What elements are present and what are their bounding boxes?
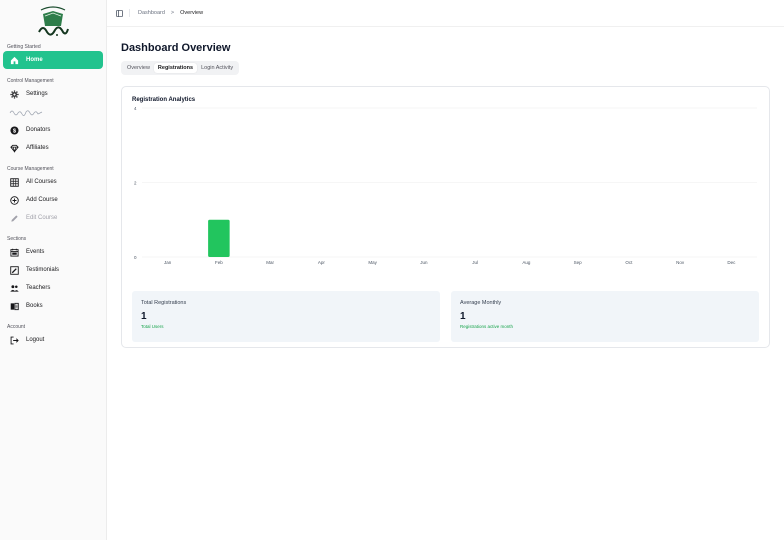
sidebar-item-label: Home: [26, 57, 43, 63]
sidebar-item-label: Affiliates: [26, 145, 49, 151]
sidebar-item-all-courses[interactable]: All Courses: [3, 173, 103, 191]
x-tick-label: Feb: [215, 260, 223, 265]
breadcrumb-separator: >: [170, 10, 175, 16]
logout-icon: [9, 335, 19, 345]
sidebar-item-edit-course: Edit Course: [3, 209, 103, 227]
sidebar-item-label: Donators: [26, 127, 51, 133]
tab-registrations[interactable]: Registrations: [153, 63, 198, 73]
sidebar-item-label: Edit Course: [26, 215, 58, 221]
stat-label: Average Monthly: [460, 300, 502, 306]
sidebar-nav: Getting Started Home Control Management Set…: [3, 43, 103, 349]
x-tick-label: Aug: [522, 260, 531, 265]
y-tick-label: 0: [134, 255, 137, 260]
scribble-icon: [9, 110, 43, 116]
x-tick-label: Jun: [420, 260, 428, 265]
page-title: Dashboard Overview: [121, 42, 231, 54]
app-shell: Getting Started Home Control Management Set…: [0, 0, 784, 540]
sidebar-item-home[interactable]: Home: [3, 51, 103, 69]
chart-bar[interactable]: [208, 219, 230, 257]
logo-emblem-icon: [38, 6, 69, 36]
tab-list: Overview Registrations Login Activity: [121, 61, 240, 75]
sidebar-section-title: Sections: [7, 236, 27, 242]
breadcrumb-dashboard[interactable]: Dashboard: [138, 10, 165, 16]
diamond-icon: [9, 143, 19, 153]
card-title: Registration Analytics: [132, 97, 196, 103]
sidebar-item-label: Books: [26, 303, 43, 309]
sidebar-item-label: Teachers: [26, 285, 51, 291]
stat-value: 1: [141, 311, 147, 322]
home-icon: [9, 55, 19, 65]
stats-row: Total Registrations 1 Total Users Averag…: [132, 291, 759, 342]
x-tick-label: Apr: [318, 260, 326, 265]
grid-icon: [9, 177, 19, 187]
sidebar-item-label: Events: [26, 249, 45, 255]
main-area: Dashboard > Overview Dashboard Overview …: [107, 0, 784, 540]
sidebar-item-label: All Courses: [26, 179, 57, 185]
sidebar-item-label: Testimonials: [26, 267, 60, 273]
tab-overview[interactable]: Overview: [123, 63, 154, 73]
users-icon: [9, 283, 19, 293]
page-content: Dashboard Overview Overview Registration…: [107, 27, 784, 348]
sidebar-item-donators[interactable]: $ Donators: [3, 121, 103, 139]
calendar-icon: [9, 247, 19, 257]
sidebar: Getting Started Home Control Management Set…: [0, 0, 107, 540]
gear-icon: [9, 89, 19, 99]
sidebar-item-books[interactable]: Books: [3, 297, 103, 315]
x-tick-label: May: [368, 260, 377, 265]
stat-average-monthly: Average Monthly 1 Registrations active m…: [451, 291, 759, 342]
registration-analytics-card: Registration Analytics 0 2 4 Jan Feb Mar Apr Ma…: [121, 86, 770, 348]
stat-subtext: Registrations active month: [460, 324, 514, 329]
stat-label: Total Registrations: [141, 300, 187, 306]
sidebar-item-affiliates[interactable]: Affiliates: [3, 139, 103, 157]
sidebar-item-label: Add Course: [26, 197, 58, 203]
x-tick-label: Sep: [574, 260, 583, 265]
x-tick-label: Jul: [472, 260, 478, 265]
sidebar-item-teachers[interactable]: Teachers: [3, 279, 103, 297]
quote-icon: [9, 265, 19, 275]
sidebar-section-title: Account: [7, 324, 26, 330]
breadcrumb-current: Overview: [180, 10, 204, 16]
y-tick-label: 4: [134, 106, 137, 111]
stat-value: 1: [460, 311, 466, 322]
stat-subtext: Total Users: [141, 324, 164, 329]
registration-chart: 0 2 4 Jan Feb Mar Apr May Jun Jul Aug Sep Oct Nov Dec: [132, 105, 759, 265]
sidebar-toggle-icon[interactable]: [116, 9, 123, 17]
sidebar-item-logout[interactable]: Logout: [3, 331, 103, 349]
sidebar-item-scribbled[interactable]: [3, 103, 103, 121]
brand-logo[interactable]: [3, 0, 103, 42]
plus-circle-icon: [9, 195, 19, 205]
sidebar-section-title: Course Management: [7, 166, 54, 172]
sidebar-item-events[interactable]: Events: [3, 243, 103, 261]
topbar: Dashboard > Overview: [107, 0, 784, 27]
tab-login-activity[interactable]: Login Activity: [197, 63, 237, 73]
stat-total-registrations: Total Registrations 1 Total Users: [132, 291, 440, 342]
sidebar-item-label: Logout: [26, 337, 45, 343]
book-icon: [9, 301, 19, 311]
x-tick-label: Jan: [164, 260, 172, 265]
sidebar-section-title: Getting Started: [7, 44, 41, 50]
sidebar-item-add-course[interactable]: Add Course: [3, 191, 103, 209]
dollar-icon: $: [9, 125, 19, 135]
sidebar-item-settings[interactable]: Settings: [3, 85, 103, 103]
sidebar-item-label: Settings: [26, 91, 48, 97]
x-tick-label: Oct: [625, 260, 633, 265]
chart-svg: 0 2 4 Jan Feb Mar Apr May Jun Jul Aug Sep Oct Nov Dec: [134, 106, 757, 265]
x-tick-label: Dec: [727, 260, 736, 265]
topbar-divider: [129, 9, 130, 17]
x-tick-label: Mar: [266, 260, 274, 265]
x-tick-label: Nov: [676, 260, 685, 265]
sidebar-item-testimonials[interactable]: Testimonials: [3, 261, 103, 279]
y-tick-label: 2: [134, 181, 137, 186]
pencil-icon: [9, 213, 19, 223]
sidebar-section-title: Control Management: [7, 78, 54, 84]
